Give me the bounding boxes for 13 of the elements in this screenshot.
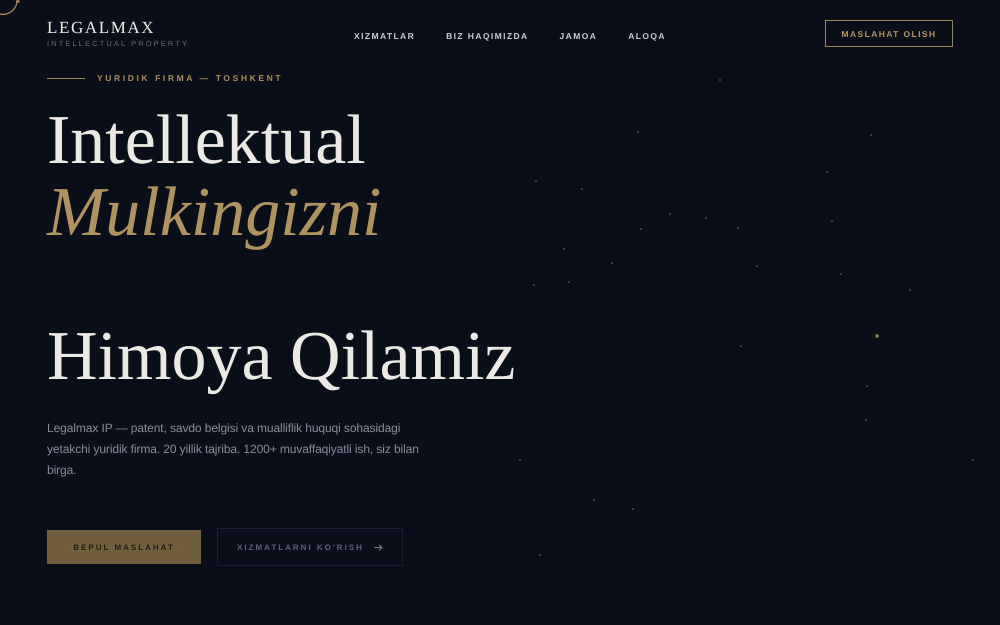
hero-heading: Mulkingizni [47,177,382,249]
nav-link[interactable]: ALOQA [628,31,666,41]
nav-link[interactable]: XIZMATLAR [354,31,416,41]
logo-wordmark[interactable]: LEGALMAX [47,18,156,38]
nav-link[interactable]: JAMOA [560,31,598,41]
ring-icon [0,0,20,16]
nav-link[interactable]: BIZ HAQIMIZDA [446,31,529,41]
consultation-button[interactable]: MASLAHAT OLISH [825,20,953,47]
hero-description: Legalmax IP — patent, savdo belgisi va mualliflik huquqi sohasidagi yetakchi yuridik firma. 20 yillik tajriba. 1200+ muvaffaqiyatli ish, siz bilan birga. [47,420,419,479]
arrow-right-icon [374,544,383,550]
eyebrow-label: YURIDIK FIRMA — TOSHKENT [97,73,284,83]
hero-heading: Himoya Qilamiz [47,321,516,393]
hero-heading: Intellektual [47,105,366,177]
